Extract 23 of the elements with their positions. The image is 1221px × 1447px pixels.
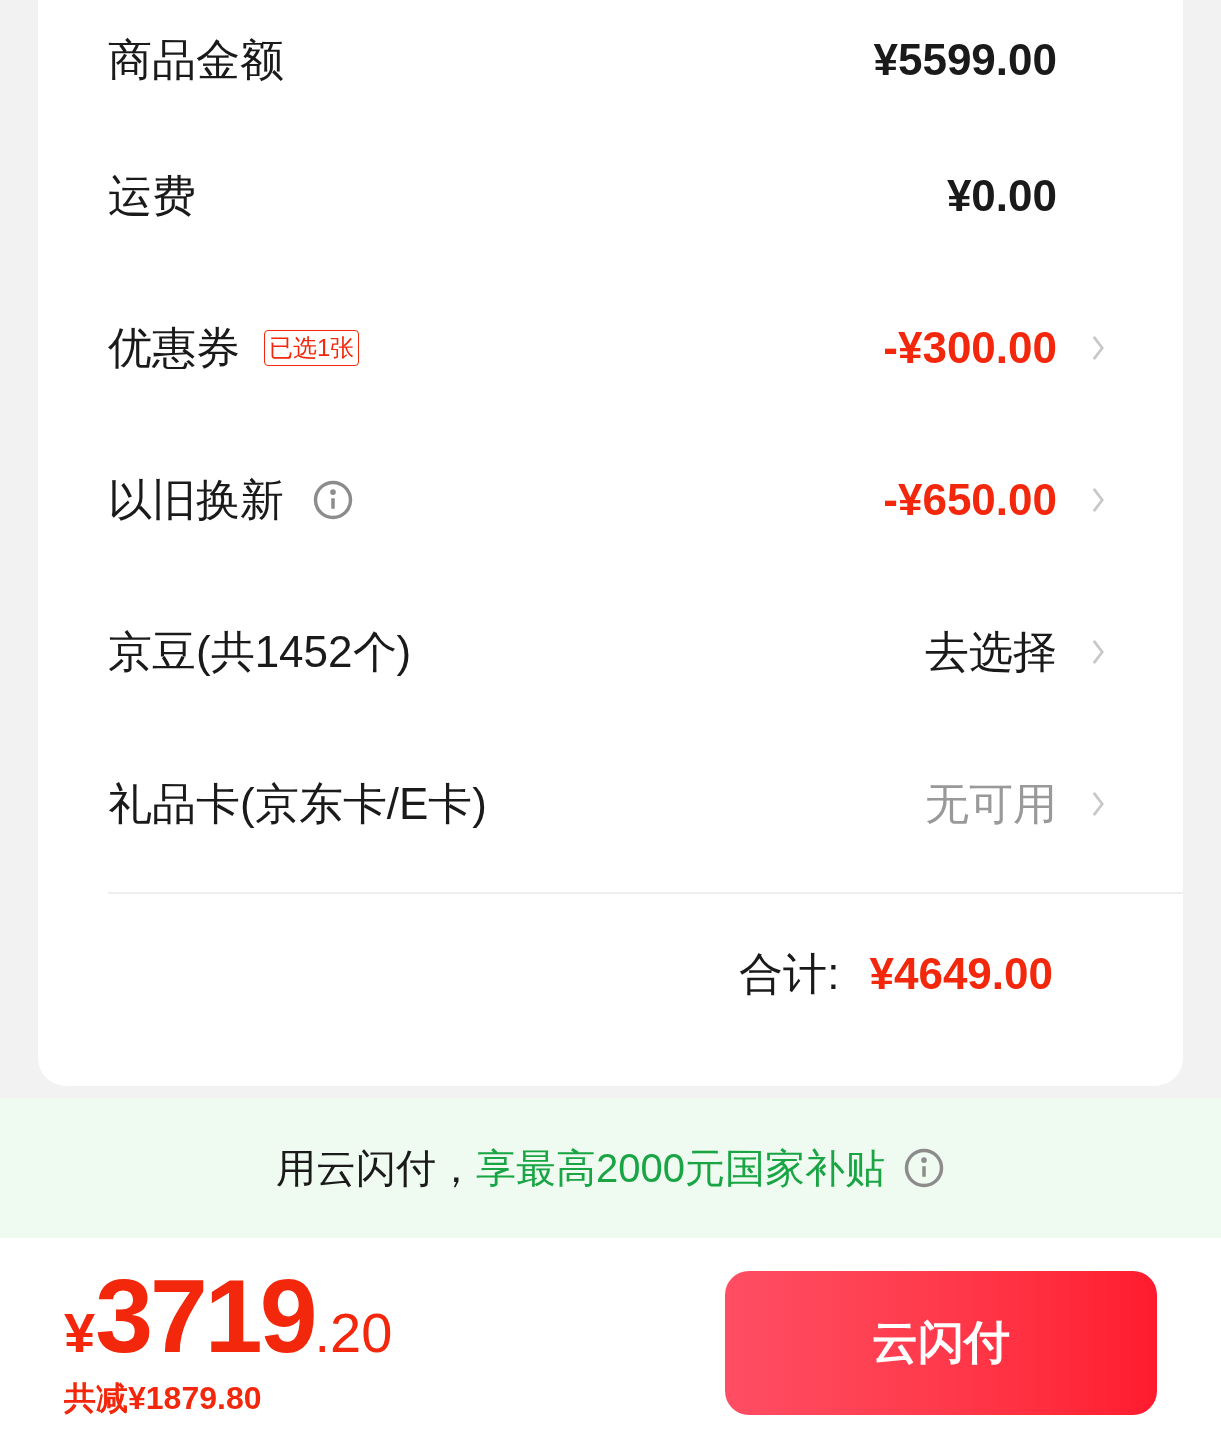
total-amount: ¥4649.00 <box>869 948 1053 1000</box>
savings-text: 共减¥1879.80 <box>64 1378 263 1418</box>
total-label: 合计: <box>739 948 840 1000</box>
banner-text: 用云闪付， <box>276 1145 476 1192</box>
pay-button[interactable]: 云闪付 <box>725 1270 1157 1415</box>
row-value[interactable]: -¥650.00 <box>883 467 1057 533</box>
row-label: 商品金额 <box>108 34 284 86</box>
row-value[interactable]: -¥300.00 <box>883 315 1057 381</box>
info-icon[interactable] <box>903 1147 945 1189</box>
row-label: 运费 <box>108 170 196 222</box>
row-label: 优惠券 <box>108 322 240 374</box>
payable-price: ¥3719.20 <box>64 1263 393 1368</box>
row-value[interactable]: 去选择 <box>925 619 1057 685</box>
row-label: 京豆(共1452个) <box>108 626 412 678</box>
subsidy-text: 享最高2000元国家补贴 <box>476 1145 885 1192</box>
row-label: 以旧换新 <box>108 474 284 526</box>
row-value[interactable]: 无可用 <box>925 771 1057 837</box>
info-icon[interactable] <box>312 479 354 521</box>
subsidy-banner[interactable]: 用云闪付，享最高2000元国家补贴 <box>0 1098 1221 1238</box>
coupon-tag: 已选1张 <box>264 330 360 366</box>
row-value: ¥0.00 <box>946 170 1057 222</box>
row-label: 礼品卡(京东卡/E卡) <box>108 778 487 830</box>
row-value: ¥5599.00 <box>873 34 1057 86</box>
